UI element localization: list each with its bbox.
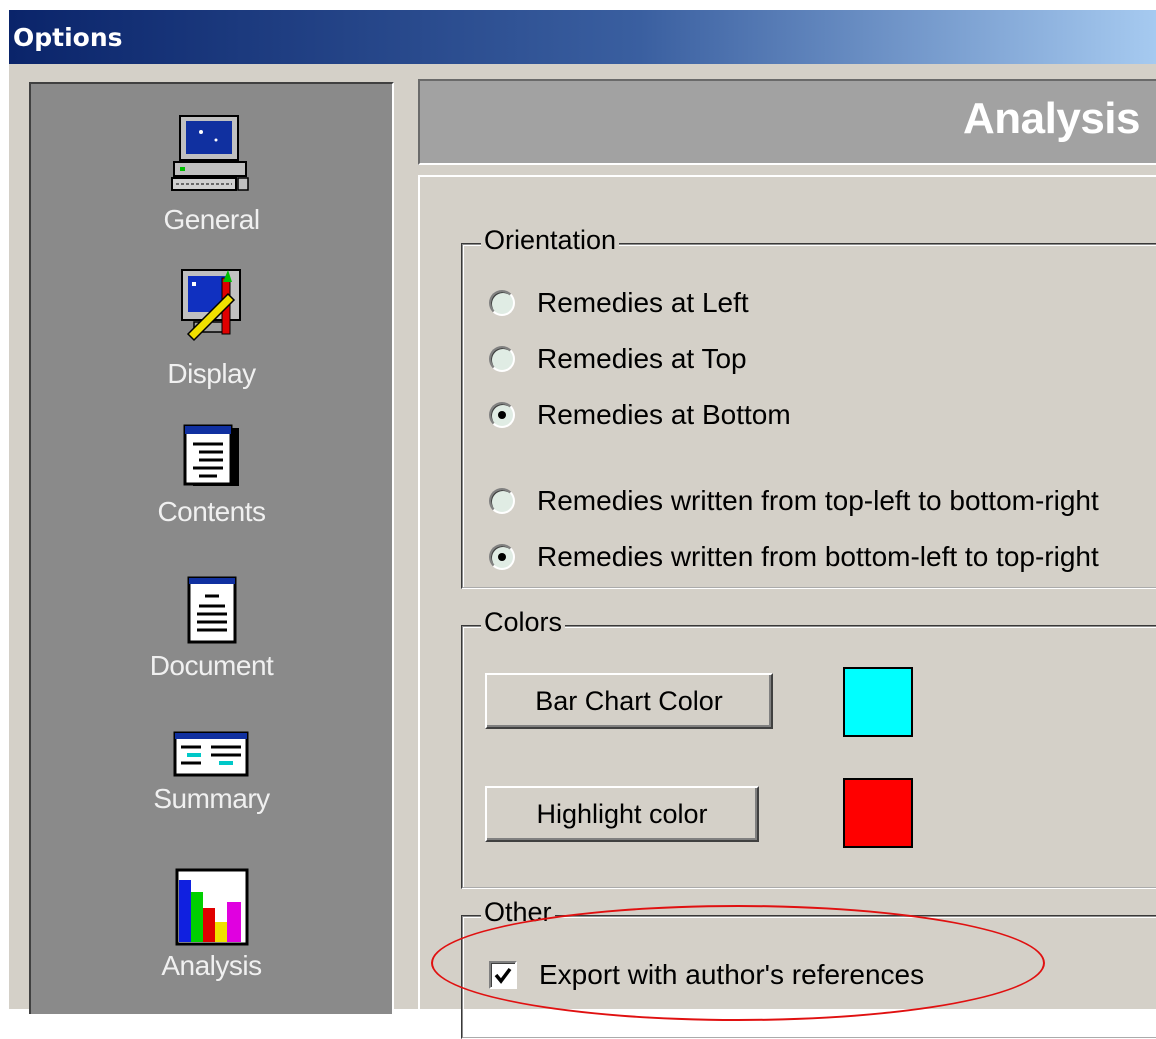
radio-selected-dot [498,553,506,561]
radio-button[interactable] [489,402,515,428]
nav-item-contents[interactable]: Contents [31,424,392,528]
bar-chart-icon [175,868,248,946]
bar-chart-color-button[interactable]: Bar Chart Color [485,673,773,729]
nav-item-document[interactable]: Document [31,574,392,682]
radio-bottom-left-to-top-right[interactable]: Remedies written from bottom-left to top… [489,537,1099,577]
window-title: Options [13,23,123,52]
radio-remedies-top[interactable]: Remedies at Top [489,339,747,379]
radio-button[interactable] [489,346,515,372]
radio-label: Remedies at Left [537,287,749,318]
nav-item-general[interactable]: General [31,110,392,236]
highlight-color-button[interactable]: Highlight color [485,786,759,842]
radio-top-left-to-bottom-right[interactable]: Remedies written from top-left to bottom… [489,481,1099,521]
radio-button[interactable] [489,488,515,514]
nav-item-summary[interactable]: Summary [31,729,392,815]
colors-group: Colors Bar Chart Color Highlight color [461,607,1156,889]
radio-button[interactable] [489,544,515,570]
title-bar: Options [9,10,1156,64]
bar-chart-color-swatch [843,667,913,737]
radio-label: Remedies at Top [537,343,747,374]
radio-label: Remedies written from bottom-left to top… [537,541,1099,572]
computer-icon [170,115,249,191]
radio-label: Remedies written from top-left to bottom… [537,485,1099,516]
page-title: Analysis [963,94,1140,143]
nav-label-display: Display [167,358,256,389]
other-group: Other Export with author's references [461,897,1156,1039]
radio-label: Remedies at Bottom [537,399,791,430]
nav-item-analysis[interactable]: Analysis [31,866,392,982]
other-group-label: Other [481,897,555,928]
nav-label-contents: Contents [157,496,266,527]
orientation-group: Orientation Remedies at Left Remedies at… [461,225,1156,589]
highlight-color-swatch [843,778,913,848]
nav-label-summary: Summary [153,783,270,814]
orientation-group-label: Orientation [481,225,620,256]
nav-label-general: General [163,204,260,235]
radio-selected-dot [498,411,506,419]
nav-item-display[interactable]: Display [31,264,392,390]
options-category-panel: General Display Contents Document Summar… [29,82,394,1014]
nav-label-analysis: Analysis [161,950,262,981]
radio-remedies-left[interactable]: Remedies at Left [489,283,749,323]
display-settings-icon [180,269,241,342]
nav-label-document: Document [149,650,274,681]
export-references-label: Export with author's references [539,959,925,990]
radio-button[interactable] [489,290,515,316]
export-references-option[interactable]: Export with author's references [489,955,924,995]
page-header: Analysis [418,79,1156,165]
summary-table-icon [173,731,248,777]
radio-remedies-bottom[interactable]: Remedies at Bottom [489,395,791,435]
export-references-checkbox[interactable] [489,961,517,989]
document-icon [187,576,236,644]
contents-window-icon [183,424,239,486]
colors-group-label: Colors [481,607,566,638]
checkmark-icon [494,967,512,984]
